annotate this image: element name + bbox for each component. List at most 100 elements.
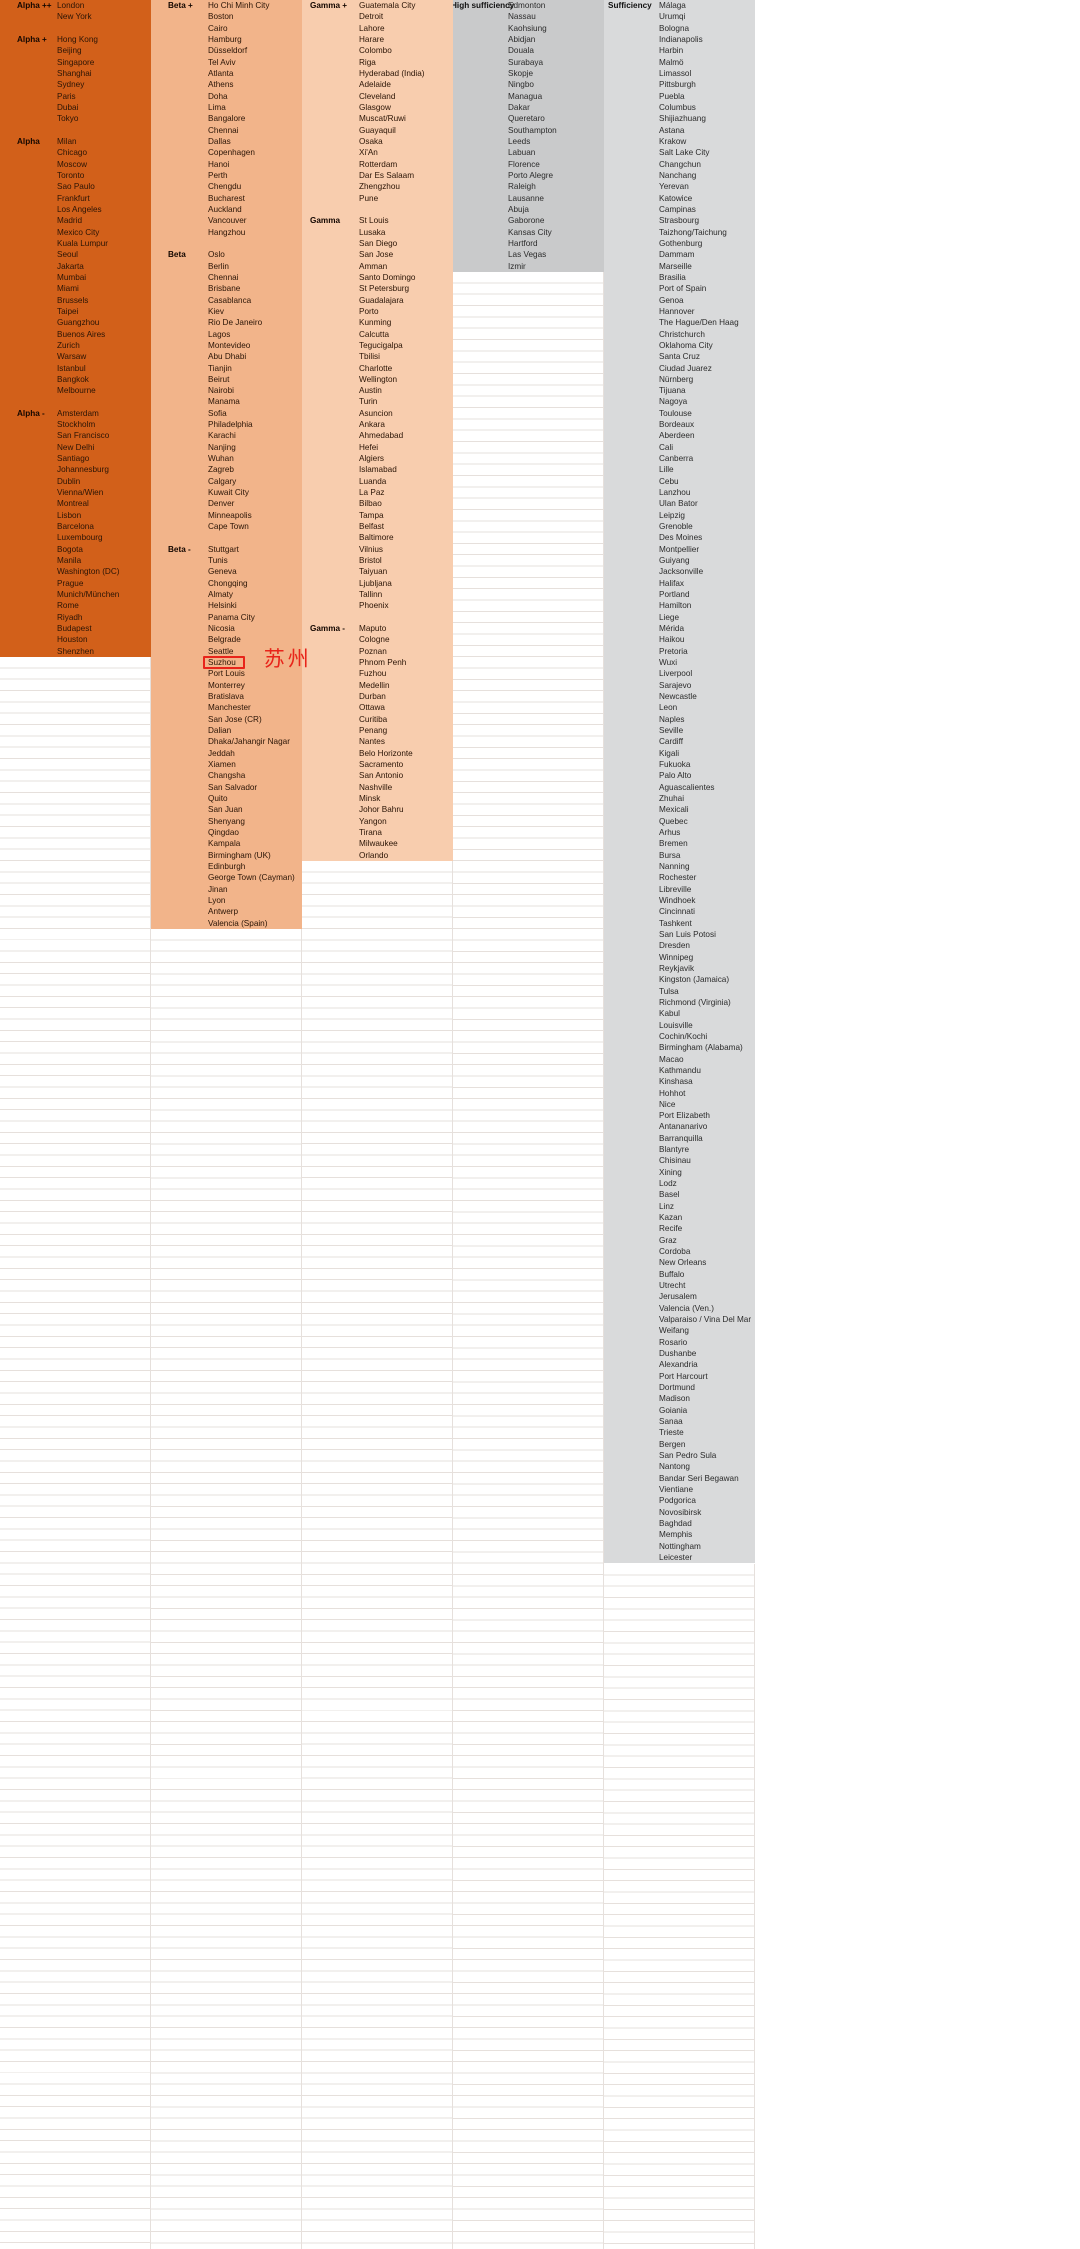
table-row[interactable]: Xining: [604, 1167, 755, 1178]
table-row[interactable]: Katowice: [604, 193, 755, 204]
table-row[interactable]: Adelaide: [302, 79, 453, 90]
table-row[interactable]: Baltimore: [302, 532, 453, 543]
table-row[interactable]: Winnipeg: [604, 952, 755, 963]
table-row[interactable]: Blantyre: [604, 1144, 755, 1155]
table-row[interactable]: Cebu: [604, 476, 755, 487]
table-row[interactable]: Auckland: [151, 204, 302, 215]
table-row[interactable]: Mexico City: [0, 227, 151, 238]
table-row[interactable]: Kaohsiung: [453, 23, 604, 34]
table-row[interactable]: Bremen: [604, 838, 755, 849]
table-row[interactable]: Vienna/Wien: [0, 487, 151, 498]
table-row[interactable]: Harbin: [604, 45, 755, 56]
table-row[interactable]: Frankfurt: [0, 193, 151, 204]
table-row[interactable]: San Jose: [302, 249, 453, 260]
table-row[interactable]: Sarajevo: [604, 680, 755, 691]
table-row[interactable]: Yangon: [302, 816, 453, 827]
table-row[interactable]: Malmö: [604, 57, 755, 68]
table-row[interactable]: Dublin: [0, 476, 151, 487]
table-row[interactable]: Rosario: [604, 1337, 755, 1348]
table-row[interactable]: Detroit: [302, 11, 453, 22]
table-row[interactable]: Nürnberg: [604, 374, 755, 385]
table-row[interactable]: Belgrade: [151, 634, 302, 645]
table-row[interactable]: San Antonio: [302, 770, 453, 781]
table-row[interactable]: Port of Spain: [604, 283, 755, 294]
table-row[interactable]: Alpha Milan: [0, 136, 151, 147]
table-row[interactable]: Mexicali: [604, 804, 755, 815]
table-row[interactable]: Madison: [604, 1393, 755, 1404]
table-row[interactable]: Tampa: [302, 510, 453, 521]
table-row[interactable]: Tijuana: [604, 385, 755, 396]
table-row[interactable]: Cairo: [151, 23, 302, 34]
table-row[interactable]: Sacramento: [302, 759, 453, 770]
table-row[interactable]: Houston: [0, 634, 151, 645]
table-row[interactable]: La Paz: [302, 487, 453, 498]
table-row[interactable]: Dakar: [453, 102, 604, 113]
table-row[interactable]: Barcelona: [0, 521, 151, 532]
table-row[interactable]: Penang: [302, 725, 453, 736]
table-row[interactable]: San Pedro Sula: [604, 1450, 755, 1461]
table-row[interactable]: Windhoek: [604, 895, 755, 906]
table-row[interactable]: Hangzhou: [151, 227, 302, 238]
table-row[interactable]: Florence: [453, 159, 604, 170]
table-row[interactable]: Aberdeen: [604, 430, 755, 441]
table-row[interactable]: Louisville: [604, 1020, 755, 1031]
table-row[interactable]: Christchurch: [604, 329, 755, 340]
table-row[interactable]: Riga: [302, 57, 453, 68]
table-row[interactable]: Dallas: [151, 136, 302, 147]
table-row[interactable]: Rome: [0, 600, 151, 611]
table-row[interactable]: Southampton: [453, 125, 604, 136]
table-row[interactable]: Perth: [151, 170, 302, 181]
table-row[interactable]: Antananarivo: [604, 1121, 755, 1132]
table-row[interactable]: Fukuoka: [604, 759, 755, 770]
table-row[interactable]: Alpha - Amsterdam: [0, 408, 151, 419]
table-row[interactable]: Istanbul: [0, 363, 151, 374]
table-row[interactable]: Glasgow: [302, 102, 453, 113]
table-row[interactable]: Port Elizabeth: [604, 1110, 755, 1121]
table-row[interactable]: Alpha ++ London: [0, 0, 151, 11]
table-row[interactable]: Reykjavik: [604, 963, 755, 974]
table-row[interactable]: Seville: [604, 725, 755, 736]
table-row[interactable]: Bristol: [302, 555, 453, 566]
table-row[interactable]: Krakow: [604, 136, 755, 147]
table-row[interactable]: Bilbao: [302, 498, 453, 509]
table-row[interactable]: Curitiba: [302, 714, 453, 725]
table-row[interactable]: Calcutta: [302, 329, 453, 340]
table-row[interactable]: Santiago: [0, 453, 151, 464]
table-row[interactable]: Sanaa: [604, 1416, 755, 1427]
table-row[interactable]: Madrid: [0, 215, 151, 226]
table-row[interactable]: Urumqi: [604, 11, 755, 22]
table-row[interactable]: Gothenburg: [604, 238, 755, 249]
table-row[interactable]: Lyon: [151, 895, 302, 906]
table-row[interactable]: Nagoya: [604, 396, 755, 407]
table-row[interactable]: Bandar Seri Begawan: [604, 1473, 755, 1484]
table-row[interactable]: Taizhong/Taichung: [604, 227, 755, 238]
table-row[interactable]: Abuja: [453, 204, 604, 215]
table-row[interactable]: Kinshasa: [604, 1076, 755, 1087]
table-row[interactable]: Cochin/Kochi: [604, 1031, 755, 1042]
table-row[interactable]: Colombo: [302, 45, 453, 56]
table-row[interactable]: Graz: [604, 1235, 755, 1246]
table-row[interactable]: Luxembourg: [0, 532, 151, 543]
table-row[interactable]: Haikou: [604, 634, 755, 645]
table-row[interactable]: Dar Es Salaam: [302, 170, 453, 181]
table-row[interactable]: Geneva: [151, 566, 302, 577]
table-row[interactable]: Montevideo: [151, 340, 302, 351]
table-row[interactable]: Hefei: [302, 442, 453, 453]
table-row[interactable]: Queretaro: [453, 113, 604, 124]
table-row[interactable]: Boston: [151, 11, 302, 22]
table-row[interactable]: Calgary: [151, 476, 302, 487]
table-row[interactable]: Astana: [604, 125, 755, 136]
table-row[interactable]: Nice: [604, 1099, 755, 1110]
table-row[interactable]: Nottingham: [604, 1541, 755, 1552]
table-row[interactable]: Tulsa: [604, 986, 755, 997]
table-row[interactable]: Taipei: [0, 306, 151, 317]
table-row[interactable]: Lanzhou: [604, 487, 755, 498]
table-row[interactable]: Buenos Aires: [0, 329, 151, 340]
table-row[interactable]: Edinburgh: [151, 861, 302, 872]
table-row[interactable]: Valencia (Spain): [151, 918, 302, 929]
table-row[interactable]: The Hague/Den Haag: [604, 317, 755, 328]
table-row[interactable]: Tunis: [151, 555, 302, 566]
table-row[interactable]: Baghdad: [604, 1518, 755, 1529]
table-row[interactable]: Toronto: [0, 170, 151, 181]
table-row[interactable]: Nashville: [302, 782, 453, 793]
